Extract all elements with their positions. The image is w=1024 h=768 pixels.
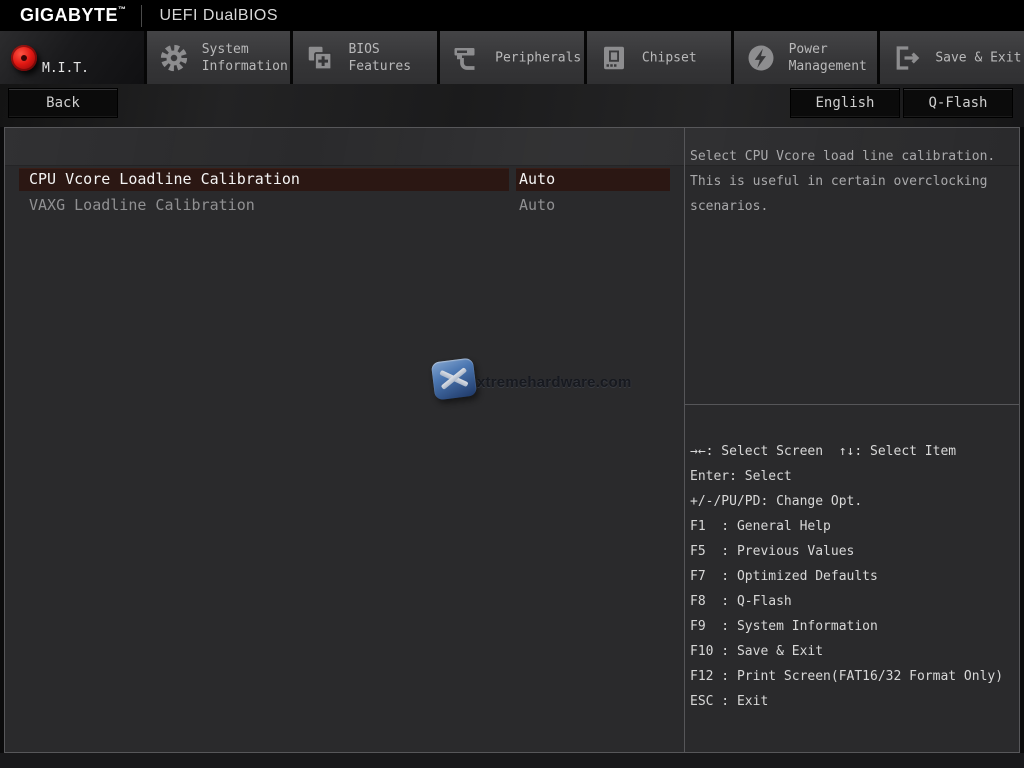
tab-label: BIOS Features bbox=[348, 41, 412, 74]
tab-label: Peripherals bbox=[495, 50, 582, 65]
chip-icon bbox=[599, 43, 629, 73]
key-legend-line: F7 : Optimized Defaults bbox=[690, 569, 878, 584]
tab-label: Power Management bbox=[788, 41, 867, 74]
tab-power-management[interactable]: Power Management bbox=[733, 31, 878, 84]
trademark: ™ bbox=[118, 5, 127, 14]
key-legend-line: ESC : Exit bbox=[690, 694, 769, 709]
key-legend-line: F12 : Print Screen(FAT16/32 Format Only) bbox=[690, 669, 1004, 684]
qflash-button[interactable]: Q-Flash bbox=[903, 88, 1013, 118]
setting-row-cpu-vcore-llc[interactable]: CPU Vcore Loadline Calibration Auto bbox=[19, 168, 676, 191]
key-legend-line: F5 : Previous Values bbox=[690, 544, 855, 559]
setting-label: CPU Vcore Loadline Calibration bbox=[19, 168, 509, 191]
back-button[interactable]: Back bbox=[8, 88, 118, 118]
tab-chipset[interactable]: Chipset bbox=[586, 31, 731, 84]
gear-icon bbox=[159, 43, 189, 73]
key-legend-line: F9 : System Information bbox=[690, 619, 878, 634]
watermark: xtremehardware.com bbox=[430, 357, 631, 406]
setting-value: Auto bbox=[516, 168, 670, 191]
key-legend: →←: Select Screen ↑↓: Select Item Enter:… bbox=[685, 404, 1020, 752]
help-pane: Select CPU Vcore load line calibration. … bbox=[684, 128, 1020, 752]
setting-row-vaxg-llc[interactable]: VAXG Loadline Calibration Auto bbox=[19, 194, 676, 217]
tab-bar: M.I.T. System Information BIOS Features Pe… bbox=[0, 31, 1024, 84]
key-legend-line: F8 : Q-Flash bbox=[690, 594, 792, 609]
setting-label: VAXG Loadline Calibration bbox=[29, 196, 255, 214]
key-legend-line: F1 : General Help bbox=[690, 519, 831, 534]
tab-peripherals[interactable]: Peripherals bbox=[440, 31, 584, 84]
settings-pane: CPU Vcore Loadline Calibration Auto VAXG… bbox=[5, 128, 684, 752]
peripheral-device-icon bbox=[452, 43, 482, 73]
tab-label: Chipset bbox=[641, 50, 697, 65]
bottom-strip bbox=[0, 753, 1024, 768]
xtremehardware-logo-icon bbox=[430, 357, 478, 401]
firmware-title: UEFI DualBIOS bbox=[159, 6, 279, 24]
key-legend-line: Enter: Select bbox=[690, 469, 792, 484]
main-panel: CPU Vcore Loadline Calibration Auto VAXG… bbox=[4, 127, 1020, 753]
exit-door-icon bbox=[892, 43, 922, 73]
power-bolt-icon bbox=[746, 43, 776, 73]
key-legend-line: F10 : Save & Exit bbox=[690, 644, 824, 659]
tab-system-information[interactable]: System Information bbox=[146, 31, 291, 84]
red-disc-icon bbox=[11, 45, 37, 71]
tab-label: Save & Exit bbox=[935, 50, 1022, 65]
setting-value: Auto bbox=[519, 196, 556, 214]
divider bbox=[140, 4, 142, 27]
title-bar: GIGABYTE™ UEFI DualBIOS bbox=[0, 0, 1024, 31]
gigabyte-logo: GIGABYTE™ bbox=[20, 5, 127, 25]
item-help-text: Select CPU Vcore load line calibration. … bbox=[690, 149, 996, 214]
tab-mit[interactable]: M.I.T. bbox=[0, 31, 144, 84]
language-button[interactable]: English bbox=[790, 88, 900, 118]
settings-list: CPU Vcore Loadline Calibration Auto VAXG… bbox=[5, 168, 684, 220]
tab-bios-features[interactable]: BIOS Features bbox=[293, 31, 438, 84]
tab-label: System Information bbox=[201, 41, 288, 74]
key-legend-line: →←: Select Screen ↑↓: Select Item bbox=[690, 444, 957, 459]
toolbar-strip: Back English Q-Flash bbox=[0, 84, 1024, 127]
watermark-text: xtremehardware.com bbox=[477, 374, 632, 391]
tab-label: M.I.T. bbox=[42, 61, 89, 76]
key-legend-line: +/-/PU/PD: Change Opt. bbox=[690, 494, 863, 509]
tab-save-exit[interactable]: Save & Exit bbox=[880, 31, 1024, 84]
bios-pages-icon bbox=[305, 43, 335, 73]
